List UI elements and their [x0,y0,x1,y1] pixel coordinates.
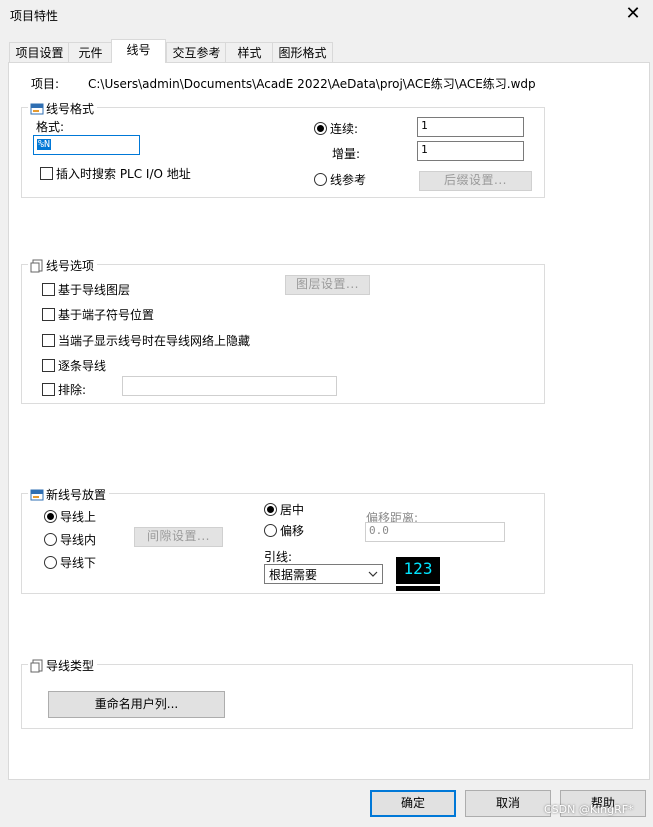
above-wire-radio[interactable] [44,510,57,523]
center-label: 居中 [280,503,305,517]
sequential-radio[interactable] [314,122,327,135]
in-line-label: 导线内 [60,533,97,547]
increment-label: 增量: [332,147,361,161]
hide-on-network-checkbox[interactable] [42,334,55,347]
line-reference-radio[interactable] [314,173,327,186]
line-reference-option[interactable]: 线参考 [314,171,366,188]
based-on-wire-layer-checkbox[interactable] [42,283,55,296]
offset-option[interactable]: 偏移 [264,522,304,539]
project-path: C:\Users\admin\Documents\AcadE 2022\AeDa… [88,77,536,91]
option-label: 基于导线图层 [58,283,131,297]
exclude-option[interactable]: 排除: [42,381,86,398]
insert-search-checkbox[interactable] [40,167,53,180]
property-group-icon [30,659,43,672]
center-radio[interactable] [264,503,277,516]
wire-number-preview: 123 [396,557,440,584]
hide-on-network-option[interactable]: 当端子显示线号时在导线网络上隐藏 [42,332,250,349]
above-wire-option[interactable]: 导线上 [44,508,96,525]
offset-radio[interactable] [264,524,277,537]
option-label: 基于端子符号位置 [58,308,155,322]
gap-setup-button[interactable]: 间隙设置... [134,527,223,547]
watermark: CSDN @KingRF* [544,803,634,816]
suffix-setup-button[interactable]: 后缀设置... [419,171,532,191]
group-title: 线号格式 [46,102,95,116]
format-input[interactable]: %N [33,135,140,155]
tab-components[interactable]: 元件 [68,42,113,63]
based-on-terminal-checkbox[interactable] [42,308,55,321]
sequential-input[interactable]: 1 [417,117,524,137]
below-wire-label: 导线下 [60,556,97,570]
line-reference-label: 线参考 [330,173,367,187]
per-wire-option[interactable]: 逐条导线 [42,357,106,374]
based-on-terminal-option[interactable]: 基于端子符号位置 [42,306,154,323]
exclude-input[interactable] [122,376,337,396]
group-title: 新线号放置 [46,488,107,502]
option-label: 当端子显示线号时在导线网络上隐藏 [58,334,251,348]
offset-label: 偏移 [280,524,305,538]
property-group-icon [30,259,43,272]
layer-setup-button[interactable]: 图层设置... [285,275,370,295]
per-wire-checkbox[interactable] [42,359,55,372]
below-wire-option[interactable]: 导线下 [44,554,96,571]
property-group-icon [30,103,44,114]
option-label: 排除: [58,383,87,397]
insert-search-label: 插入时搜索 PLC I/O 地址 [56,167,191,181]
wire-number-format-header: 线号格式 [28,100,98,117]
ok-button[interactable]: 确定 [370,790,456,817]
center-option[interactable]: 居中 [264,501,304,518]
in-line-radio[interactable] [44,533,57,546]
tab-styles[interactable]: 样式 [225,42,274,63]
format-value: %N [37,139,52,150]
based-on-wire-layer-option[interactable]: 基于导线图层 [42,281,130,298]
increment-input[interactable]: 1 [417,141,524,161]
property-group-icon [30,489,44,500]
rename-user-columns-button[interactable]: 重命名用户列... [48,691,225,718]
insert-search-plc-option[interactable]: 插入时搜索 PLC I/O 地址 [40,165,191,182]
format-label: 格式: [36,120,65,134]
tab-drawing-format[interactable]: 图形格式 [272,42,333,63]
cancel-button[interactable]: 取消 [465,790,551,817]
sequential-option[interactable]: 连续: [314,120,358,137]
tab-wire-numbers[interactable]: 线号 [111,39,166,63]
close-icon[interactable]: ✕ [623,2,643,26]
in-line-option[interactable]: 导线内 [44,531,96,548]
group-title: 线号选项 [46,259,95,273]
leader-label: 引线: [264,550,293,564]
sequential-label: 连续: [330,122,359,136]
below-wire-radio[interactable] [44,556,57,569]
exclude-checkbox[interactable] [42,383,55,396]
tab-project-settings[interactable]: 项目设置 [9,42,70,63]
group-title: 导线类型 [46,659,95,673]
chevron-down-icon [368,571,378,577]
window-title: 项目特性 [10,9,59,23]
leader-value: 根据需要 [269,567,318,582]
offset-distance-input[interactable]: 0.0 [365,522,505,542]
above-wire-label: 导线上 [60,510,97,524]
preview-underline [396,586,440,591]
project-label: 项目: [31,77,60,91]
leader-select[interactable]: 根据需要 [264,564,383,584]
wire-type-header: 导线类型 [28,657,98,674]
new-wire-placement-header: 新线号放置 [28,486,110,503]
option-label: 逐条导线 [58,359,107,373]
tab-cross-reference[interactable]: 交互参考 [166,42,227,63]
wire-number-options-header: 线号选项 [28,257,98,274]
